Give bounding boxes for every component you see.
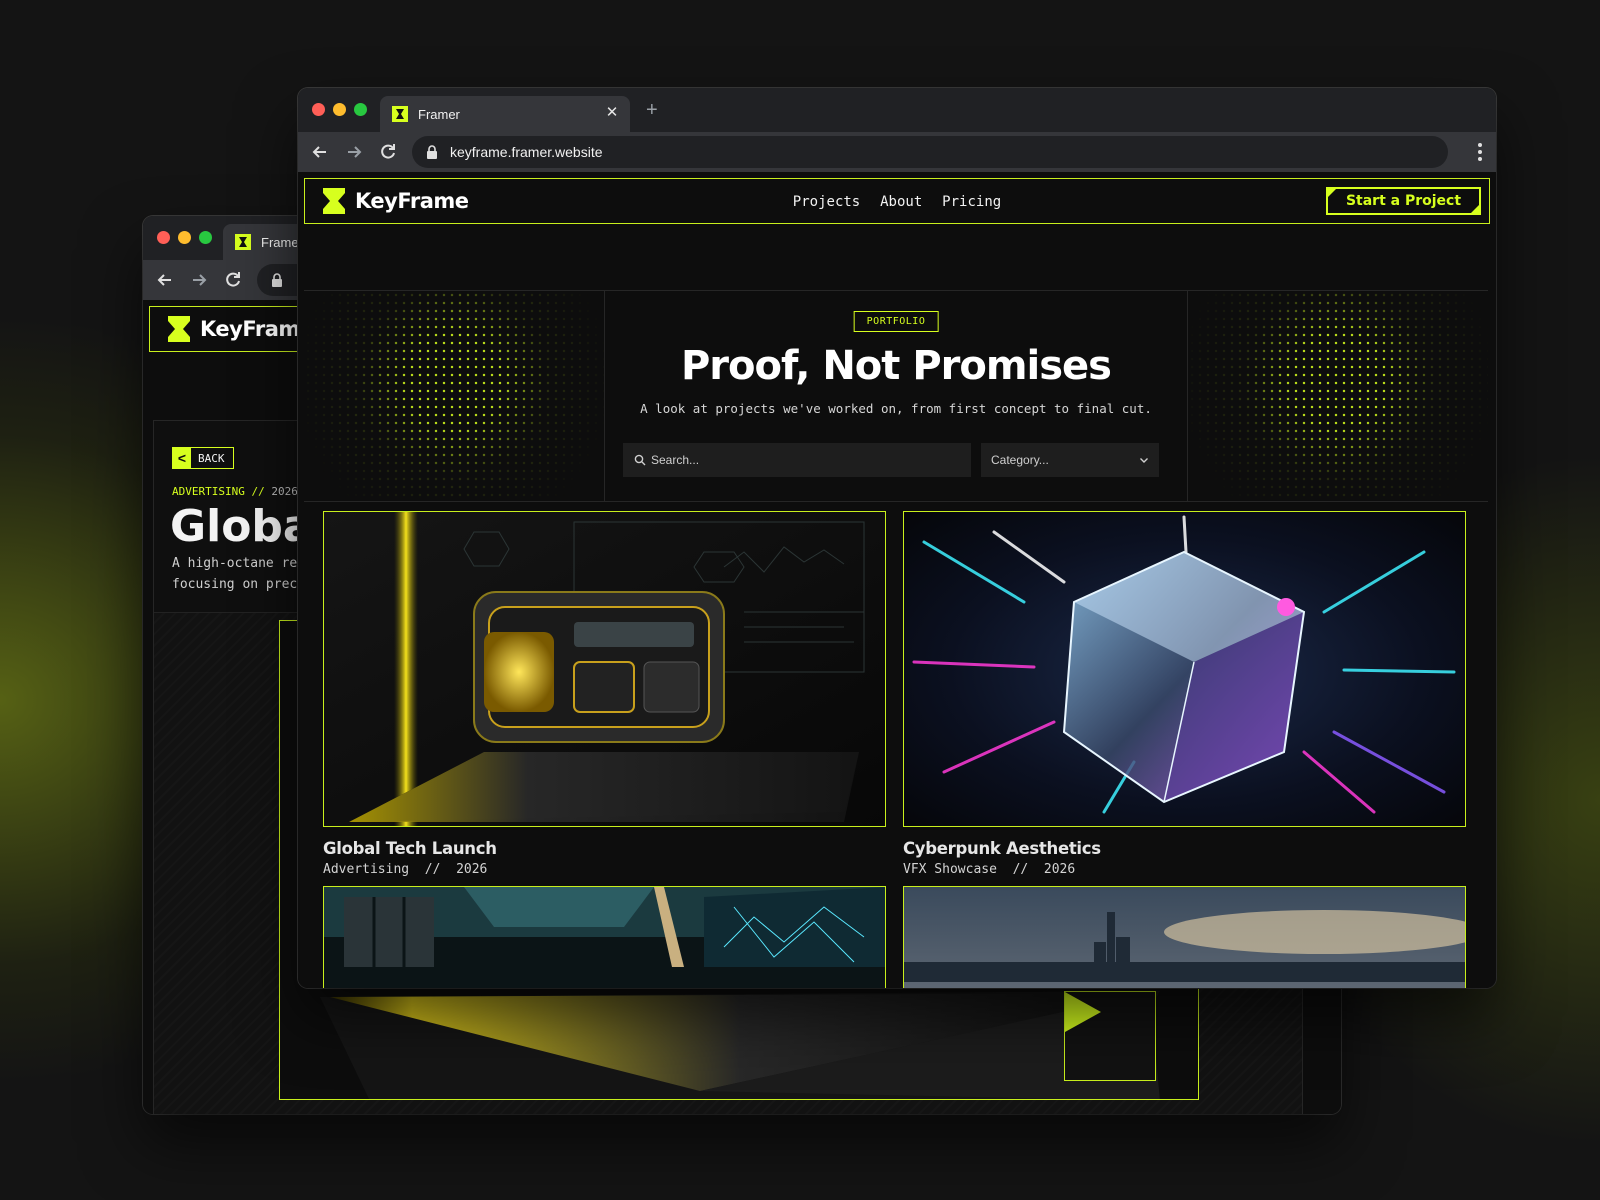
project-card[interactable]: Global Tech Launch Advertising // 2026 bbox=[323, 511, 886, 877]
site-nav: KeyFrame Projects About Pricing Start a … bbox=[304, 178, 1490, 224]
project-title: Cyberpunk Aesthetics bbox=[903, 839, 1101, 858]
nav-link-pricing[interactable]: Pricing bbox=[942, 194, 1001, 210]
nav-link-about[interactable]: About bbox=[880, 194, 922, 210]
dot-pattern-decoration bbox=[1188, 291, 1488, 501]
reload-icon[interactable] bbox=[378, 142, 398, 162]
close-window-button[interactable] bbox=[157, 231, 170, 244]
project-thumbnail[interactable] bbox=[903, 886, 1466, 988]
project-year: 2026 bbox=[271, 485, 298, 498]
control-room-image bbox=[324, 887, 885, 988]
search-input[interactable]: Search... bbox=[623, 443, 971, 477]
chevron-down-icon bbox=[1140, 458, 1148, 463]
portfolio-hero: PORTFOLIO Proof, Not Promises A look at … bbox=[304, 290, 1488, 502]
project-card[interactable] bbox=[323, 886, 886, 988]
forward-arrow-icon[interactable] bbox=[189, 270, 209, 290]
city-skyline-image bbox=[904, 887, 1465, 988]
address-bar: keyframe.framer.website bbox=[298, 132, 1496, 172]
project-year: 2026 bbox=[456, 862, 488, 877]
project-meta: ADVERTISING // 2026 bbox=[172, 485, 298, 498]
front-browser-window: Framer ✕ + keyframe.framer.website KeyFr… bbox=[298, 88, 1496, 988]
window-controls bbox=[157, 231, 212, 244]
project-category: ADVERTISING bbox=[172, 485, 245, 498]
tab-title: Framer bbox=[261, 234, 303, 250]
project-thumbnail[interactable] bbox=[323, 511, 886, 827]
url-text: keyframe.framer.website bbox=[450, 144, 603, 160]
url-field[interactable]: keyframe.framer.website bbox=[412, 136, 1448, 168]
meta-separator: // bbox=[251, 485, 265, 498]
gold-tech-device-image bbox=[324, 512, 885, 826]
back-arrow-icon[interactable] bbox=[155, 270, 175, 290]
keyframe-logo-icon bbox=[168, 316, 190, 342]
window-controls bbox=[312, 103, 367, 116]
hero-center-panel: PORTFOLIO Proof, Not Promises A look at … bbox=[604, 291, 1188, 501]
category-select[interactable]: Category... bbox=[981, 443, 1159, 477]
project-title: Global Tech Launch bbox=[323, 839, 497, 858]
forward-arrow-icon[interactable] bbox=[344, 142, 364, 162]
close-tab-icon[interactable]: ✕ bbox=[604, 105, 620, 121]
back-button[interactable]: < BACK bbox=[172, 447, 234, 469]
page-subtitle: A look at projects we've worked on, from… bbox=[640, 401, 1152, 416]
logo-text: KeyFrame bbox=[200, 317, 314, 341]
project-meta: Advertising // 2026 bbox=[323, 862, 488, 877]
neon-glass-cube-image bbox=[904, 512, 1465, 826]
play-icon bbox=[1065, 992, 1101, 1032]
keyframe-favicon-icon bbox=[235, 234, 251, 250]
page-content: KeyFrame Projects About Pricing Start a … bbox=[298, 172, 1496, 988]
project-thumbnail[interactable] bbox=[903, 511, 1466, 827]
project-meta: VFX Showcase // 2026 bbox=[903, 862, 1076, 877]
play-button[interactable] bbox=[1064, 991, 1156, 1081]
browser-tab[interactable]: Framer ✕ bbox=[380, 96, 630, 132]
start-project-button[interactable]: Start a Project bbox=[1326, 187, 1481, 215]
maximize-window-button[interactable] bbox=[354, 103, 367, 116]
nav-link-projects[interactable]: Projects bbox=[793, 194, 860, 210]
logo[interactable]: KeyFrame bbox=[168, 316, 314, 342]
new-tab-icon[interactable]: + bbox=[646, 100, 658, 120]
browser-menu-icon[interactable] bbox=[1478, 143, 1482, 161]
maximize-window-button[interactable] bbox=[199, 231, 212, 244]
nav-links: Projects About Pricing bbox=[305, 193, 1489, 210]
chevron-left-icon: < bbox=[173, 448, 191, 468]
page-title: Proof, Not Promises bbox=[680, 343, 1112, 389]
category-placeholder: Category... bbox=[991, 453, 1049, 467]
project-category: Advertising bbox=[323, 862, 410, 877]
reload-icon[interactable] bbox=[223, 270, 243, 290]
project-card[interactable] bbox=[903, 886, 1466, 988]
project-year: 2026 bbox=[1043, 862, 1076, 877]
search-placeholder: Search... bbox=[651, 453, 700, 467]
minimize-window-button[interactable] bbox=[333, 103, 346, 116]
lock-icon bbox=[272, 273, 282, 287]
project-thumbnail[interactable] bbox=[323, 886, 886, 988]
lock-icon bbox=[427, 145, 437, 159]
keyframe-favicon-icon bbox=[392, 106, 408, 122]
portfolio-badge: PORTFOLIO bbox=[853, 311, 939, 332]
close-window-button[interactable] bbox=[312, 103, 325, 116]
back-button-label: BACK bbox=[198, 451, 225, 465]
back-arrow-icon[interactable] bbox=[310, 142, 330, 162]
search-icon bbox=[634, 454, 646, 466]
dot-pattern-decoration bbox=[304, 291, 604, 501]
tab-title: Framer bbox=[418, 106, 460, 122]
project-card[interactable]: Cyberpunk Aesthetics VFX Showcase // 202… bbox=[903, 511, 1466, 877]
minimize-window-button[interactable] bbox=[178, 231, 191, 244]
tab-bar: Framer ✕ + bbox=[298, 88, 1496, 132]
project-category: VFX Showcase bbox=[903, 862, 997, 877]
